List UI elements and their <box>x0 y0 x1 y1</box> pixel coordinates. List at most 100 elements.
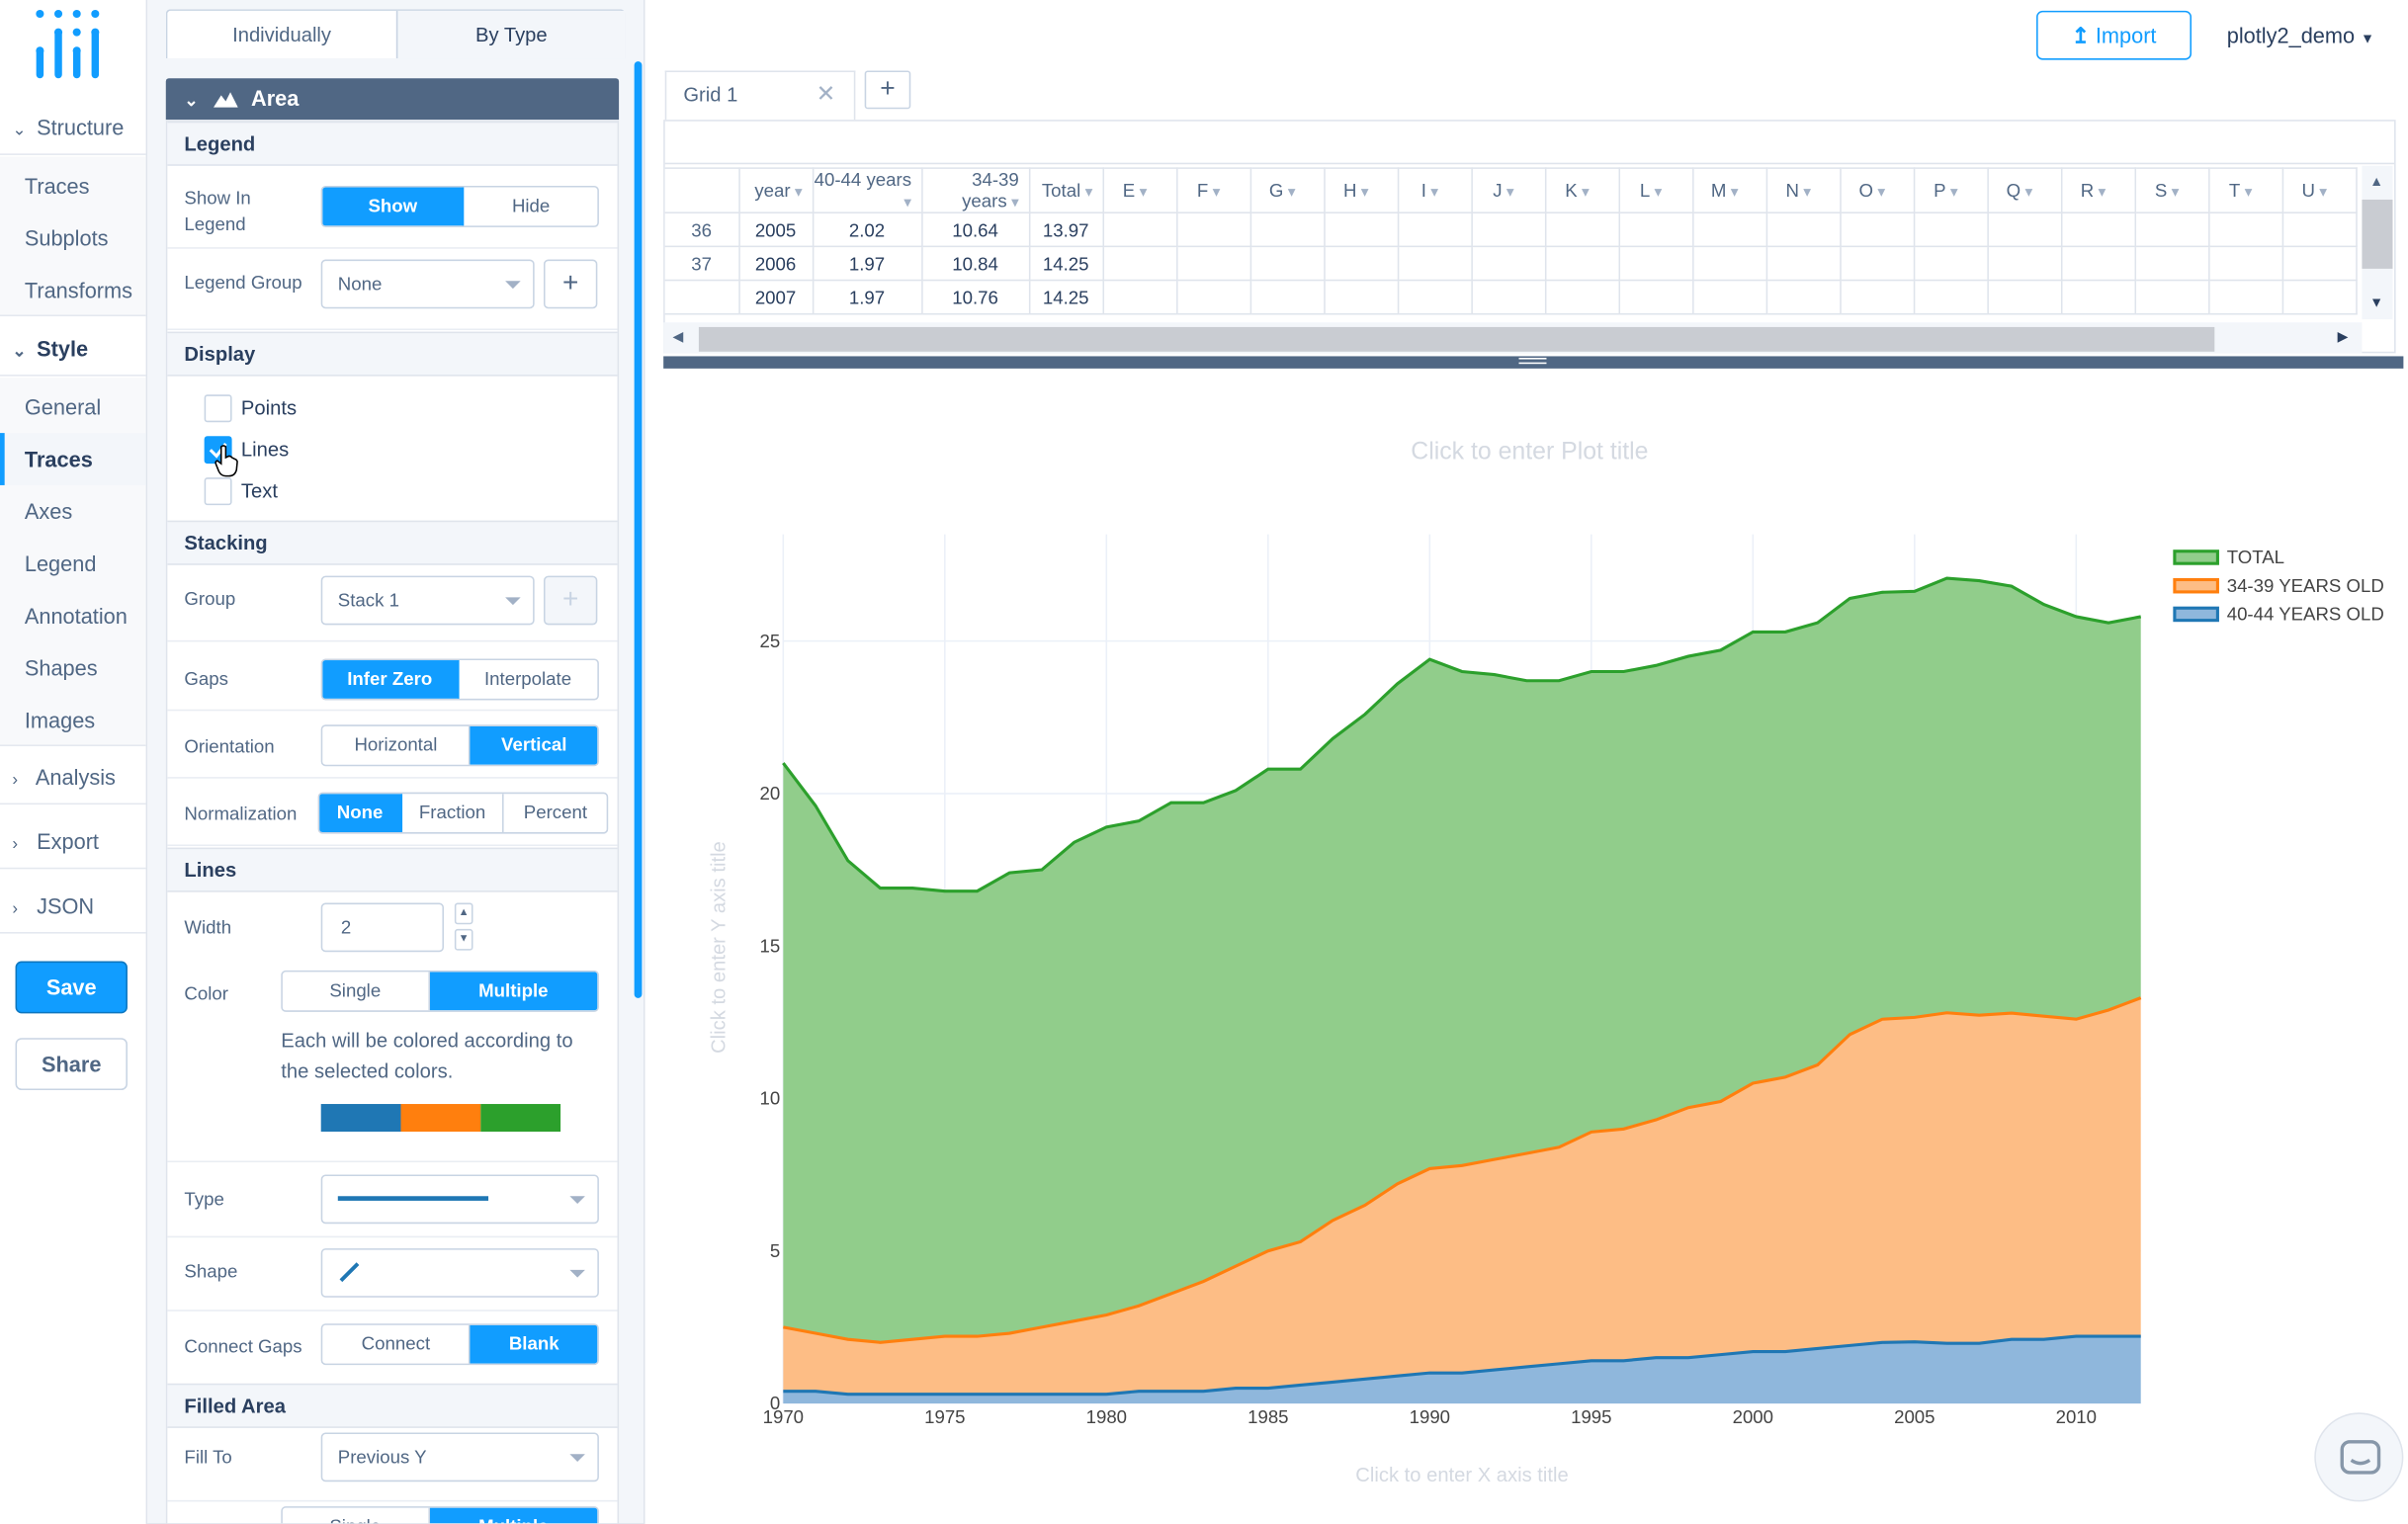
nav-item-transforms[interactable]: Transforms <box>0 264 146 316</box>
grid-cell[interactable] <box>1175 212 1251 248</box>
grid-cell[interactable] <box>1323 212 1399 248</box>
legend-label[interactable]: 34-39 YEARS OLD <box>2227 575 2384 596</box>
grid-cell[interactable] <box>1913 212 1989 248</box>
grid-cell[interactable] <box>2280 212 2357 248</box>
grid-cell[interactable]: 10.76 <box>920 279 1030 315</box>
grid-cell[interactable] <box>2207 212 2283 248</box>
grid-cell[interactable] <box>1248 245 1325 282</box>
grid-cell[interactable]: 1.97 <box>812 279 922 315</box>
grid-cell[interactable] <box>1764 279 1841 315</box>
column-header[interactable]: U ▾ <box>2280 167 2357 213</box>
add-legend-group-button[interactable]: + <box>543 259 598 309</box>
fraction-option[interactable]: Fraction <box>402 794 505 833</box>
grid-cell[interactable] <box>1839 279 1915 315</box>
grid-cell[interactable] <box>1986 212 2062 248</box>
grid-cell[interactable]: 2007 <box>737 279 814 315</box>
column-menu-icon[interactable]: ▾ <box>1208 184 1221 201</box>
interpolate-option[interactable]: Interpolate <box>459 660 598 699</box>
grid-cell[interactable] <box>1470 212 1546 248</box>
show-option[interactable]: Show <box>322 187 465 226</box>
column-menu-icon[interactable]: ▾ <box>2167 184 2180 201</box>
column-menu-icon[interactable]: ▾ <box>1578 184 1590 201</box>
nav-item-subplots[interactable]: Subplots <box>0 212 146 264</box>
grid-cell[interactable] <box>1175 245 1251 282</box>
percent-option[interactable]: Percent <box>504 794 607 832</box>
grid-cell[interactable] <box>2060 212 2136 248</box>
stack-group-dropdown[interactable]: Stack 1 <box>320 575 535 626</box>
legend-swatch[interactable] <box>2173 606 2219 623</box>
grid-cell[interactable]: 2006 <box>737 245 814 282</box>
column-menu-icon[interactable]: ▾ <box>1799 184 1811 201</box>
infer-zero-option[interactable]: Infer Zero <box>322 660 459 699</box>
increment-icon[interactable]: ▲ <box>454 902 473 925</box>
column-header[interactable]: O ▾ <box>1839 167 1915 213</box>
grid-cell[interactable] <box>1617 245 1693 282</box>
grid-cell[interactable] <box>1913 245 1989 282</box>
tab-by-type[interactable]: By Type <box>395 10 626 59</box>
grid-cell[interactable] <box>1913 279 1989 315</box>
points-checkbox[interactable] <box>204 394 232 423</box>
width-input[interactable]: 2 <box>320 902 444 953</box>
column-menu-icon[interactable]: ▾ <box>1135 184 1148 201</box>
fill-single-option[interactable]: Single <box>283 1507 430 1524</box>
grid-cell[interactable] <box>1544 212 1620 248</box>
legend-swatch[interactable] <box>2173 550 2219 565</box>
blank-option[interactable]: Blank <box>471 1324 598 1364</box>
legend-label[interactable]: 40-44 YEARS OLD <box>2227 604 2384 625</box>
nav-section-style[interactable]: ⌄ Style <box>0 321 146 377</box>
grid-cell[interactable] <box>1175 279 1251 315</box>
column-header[interactable]: H ▾ <box>1323 167 1399 213</box>
plotly-logo-icon[interactable] <box>34 8 111 82</box>
hide-option[interactable]: Hide <box>465 188 597 226</box>
panel-scrollbar[interactable] <box>634 61 643 998</box>
column-header[interactable]: Total ▾ <box>1028 167 1104 213</box>
legend-group-dropdown[interactable]: None <box>320 259 535 309</box>
import-button[interactable]: ↥ Import <box>2036 10 2192 60</box>
close-icon[interactable]: ✕ <box>817 72 836 119</box>
grid-cell[interactable]: 1.97 <box>812 245 922 282</box>
column-menu-icon[interactable]: ▾ <box>1283 184 1296 201</box>
nav-section-export[interactable]: › Export <box>0 813 146 870</box>
stacked-area-chart[interactable]: 1970 1975 1980 1985 1990 1995 2000 2005 2010 051… <box>663 369 2408 1524</box>
grid-cell[interactable]: 2.02 <box>812 212 922 248</box>
grid-cell[interactable] <box>1764 245 1841 282</box>
nav-item-axes[interactable]: Axes <box>0 485 146 538</box>
grid-cell[interactable] <box>1986 245 2062 282</box>
grid-cell[interactable] <box>1396 279 1473 315</box>
grid-cell[interactable] <box>1691 212 1767 248</box>
column-menu-icon[interactable]: ▾ <box>2240 184 2253 201</box>
column-menu-icon[interactable]: ▾ <box>1726 184 1739 201</box>
grid-horizontal-scroll-thumb[interactable] <box>698 326 2215 352</box>
grid-cell[interactable] <box>2207 279 2283 315</box>
grid-cell[interactable] <box>2060 245 2136 282</box>
grid-cell[interactable] <box>2133 212 2209 248</box>
formula-bar[interactable] <box>664 122 2395 165</box>
single-option[interactable]: Single <box>283 972 430 1011</box>
decrement-icon[interactable]: ▼ <box>454 928 473 951</box>
share-button[interactable]: Share <box>15 1038 128 1091</box>
column-menu-icon[interactable]: ▾ <box>1503 184 1514 201</box>
grid-tab[interactable]: Grid 1 ✕ <box>664 70 856 121</box>
column-menu-icon[interactable]: ▾ <box>2315 184 2327 201</box>
column-header[interactable]: year ▾ <box>737 167 814 213</box>
grid-cell[interactable] <box>2060 279 2136 315</box>
column-header[interactable]: L ▾ <box>1617 167 1693 213</box>
column-header[interactable]: S ▾ <box>2133 167 2209 213</box>
fill-multiple-option[interactable]: Multiple <box>429 1507 598 1524</box>
grid-cell[interactable] <box>1470 245 1546 282</box>
column-header[interactable]: Q ▾ <box>1986 167 2062 213</box>
grid-cell[interactable] <box>1544 279 1620 315</box>
column-header[interactable]: J ▾ <box>1470 167 1546 213</box>
column-header[interactable]: T ▾ <box>2207 167 2283 213</box>
column-menu-icon[interactable]: ▾ <box>1873 184 1885 201</box>
column-menu-icon[interactable]: ▾ <box>791 184 803 201</box>
grid-cell[interactable] <box>2280 279 2357 315</box>
vertical-option[interactable]: Vertical <box>471 725 598 765</box>
grid-cell[interactable]: 10.64 <box>920 212 1030 248</box>
column-menu-icon[interactable]: ▾ <box>2094 184 2107 201</box>
grid-cell[interactable] <box>1396 212 1473 248</box>
grid-cell[interactable] <box>2207 245 2283 282</box>
grid-cell[interactable] <box>1101 279 1177 315</box>
nav-section-analysis[interactable]: › Analysis <box>0 749 146 805</box>
grid-cell[interactable] <box>1101 212 1177 248</box>
